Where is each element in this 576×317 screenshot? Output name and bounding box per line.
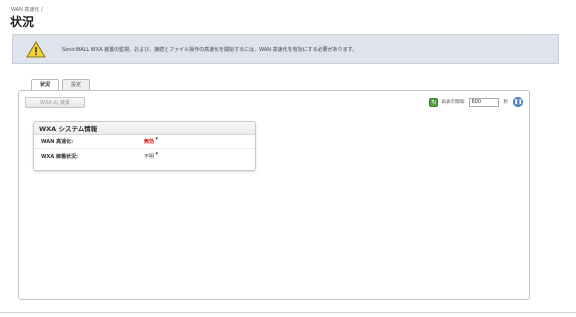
- warning-text: SonicWALL WXA 装置の監視、および、接続とファイル操作の高速化を開始…: [62, 47, 358, 53]
- refresh-unit-label: 秒: [503, 100, 509, 105]
- info-label: WXA 稼働状況:: [41, 153, 78, 160]
- wxa-device-button[interactable]: WXA の 装置: [25, 97, 85, 108]
- page-title: 状況: [10, 15, 35, 29]
- footer-divider: [0, 312, 576, 313]
- refresh-icon[interactable]: ↻: [429, 97, 439, 107]
- warning-icon: [26, 41, 46, 58]
- tab-settings[interactable]: 設定: [62, 79, 91, 90]
- breadcrumb: WAN 高速化 /: [11, 7, 43, 13]
- info-row-wxa-status: WXA 稼働状況: 不明 ▾: [34, 149, 255, 163]
- system-info-title: WXA システム情報: [34, 122, 255, 135]
- info-value: 無効 ▾: [144, 136, 159, 145]
- status-panel: WXA の 装置 ↻ 再表示間隔: 秒 ❚❚ WXA システム情報 WAN 高速…: [18, 90, 530, 300]
- info-row-wan-acceleration: WAN 高速化: 無効 ▾: [34, 135, 255, 149]
- pause-icon[interactable]: ❚❚: [513, 97, 523, 107]
- system-info-card: WXA システム情報 WAN 高速化: 無効 ▾ WXA 稼働状況: 不明 ▾: [33, 121, 256, 171]
- warning-banner: SonicWALL WXA 装置の監視、および、接続とファイル操作の高速化を開始…: [12, 34, 559, 64]
- link-mark-icon[interactable]: ▾: [156, 151, 159, 157]
- refresh-interval-input[interactable]: [468, 97, 499, 107]
- link-mark-icon[interactable]: ▾: [156, 136, 159, 142]
- info-value: 不明 ▾: [144, 150, 159, 160]
- info-label: WAN 高速化:: [41, 139, 74, 145]
- refresh-interval-label: 再表示間隔:: [441, 100, 466, 105]
- refresh-controls: ↻ 再表示間隔: 秒 ❚❚: [429, 97, 523, 107]
